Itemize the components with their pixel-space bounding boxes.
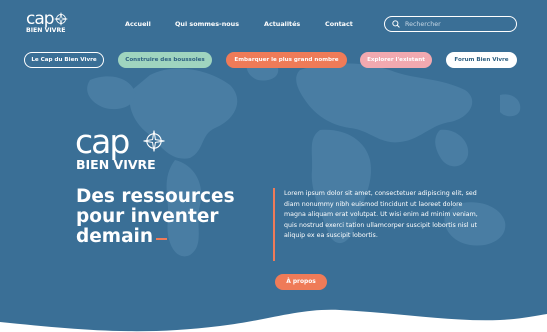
search-icon (392, 20, 400, 28)
hero-headline: Des ressources pour inventer demain (76, 187, 246, 247)
logo-subtitle: BIEN VIVRE (26, 27, 66, 34)
pill-label: Le Cap du Bien Vivre (31, 57, 97, 63)
pill-embarquer-le-plus-grand-nombre[interactable]: Embarquer le plus grand nombre (226, 52, 347, 68)
search-placeholder: Rechercher (405, 20, 441, 28)
accent-bar (273, 188, 275, 261)
pill-explorer-l-existant[interactable]: Explorer l'existant (360, 52, 432, 68)
a-propos-label: À propos (286, 279, 316, 285)
hero-body-text: Lorem ipsum dolor sit amet, consectetuer… (284, 190, 478, 240)
compass-rose-icon (143, 130, 165, 152)
logo-wordmark: cap (26, 9, 55, 29)
nav-accueil[interactable]: Accueil (125, 20, 151, 28)
cursor-underline (156, 238, 168, 240)
brand-logo[interactable]: cap BIEN VIVRE (26, 9, 74, 38)
bottom-wave-divider (0, 309, 547, 332)
pill-le-cap-du-bien-vivre[interactable]: Le Cap du Bien Vivre (24, 52, 104, 68)
hero-logo: cap BIEN VIVRE (75, 122, 175, 173)
compass-rose-icon (54, 12, 68, 26)
nav-actualites[interactable]: Actualités (264, 20, 300, 28)
pill-label: Explorer l'existant (367, 57, 425, 63)
a-propos-button[interactable]: À propos (275, 274, 327, 290)
hero-logo-wordmark: cap (75, 122, 130, 161)
search-input[interactable]: Rechercher (384, 16, 517, 32)
nav-qui-sommes-nous[interactable]: Qui sommes-nous (175, 20, 239, 28)
nav-contact[interactable]: Contact (325, 20, 353, 28)
pill-label: Construire des boussoles (125, 57, 205, 63)
hero-logo-subtitle: BIEN VIVRE (76, 157, 156, 172)
pill-label: Forum Bien Vivre (454, 57, 509, 63)
page: cap BIEN VIVRE Accueil Qui sommes-nous A… (0, 0, 547, 332)
pill-label: Embarquer le plus grand nombre (234, 57, 339, 63)
pill-construire-des-boussoles[interactable]: Construire des boussoles (118, 52, 212, 68)
pill-forum-bien-vivre[interactable]: Forum Bien Vivre (446, 52, 517, 68)
